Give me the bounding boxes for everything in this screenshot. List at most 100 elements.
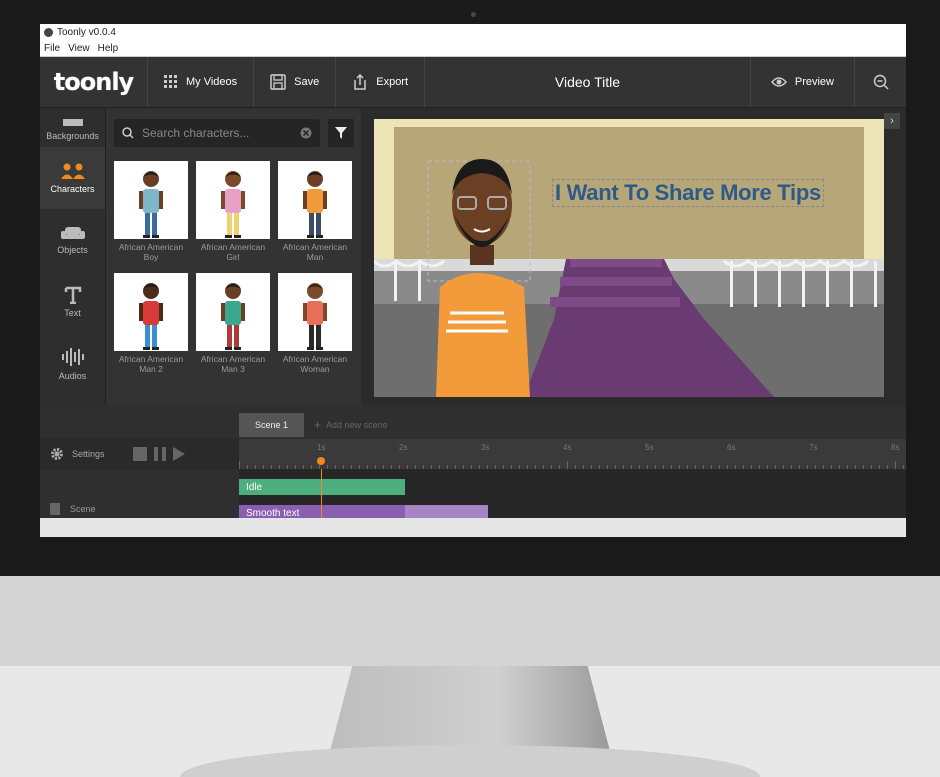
text-icon bbox=[64, 286, 81, 304]
sidebar-item-label: Text bbox=[64, 308, 81, 318]
sidebar-item-label: Backgrounds bbox=[46, 131, 99, 141]
sidebar-item-text[interactable]: Text bbox=[40, 271, 105, 333]
preview-label: Preview bbox=[794, 76, 834, 88]
app-icon bbox=[44, 28, 53, 37]
idle-track[interactable]: Idle bbox=[239, 479, 405, 495]
toonly-logo[interactable]: toonly bbox=[40, 57, 148, 107]
stop-icon[interactable] bbox=[132, 447, 147, 461]
plus-icon: + bbox=[314, 418, 322, 432]
screen-bottom-strip bbox=[40, 518, 906, 537]
characters-panel: Search characters... African American Bo… bbox=[106, 109, 361, 405]
eye-icon bbox=[770, 77, 787, 87]
video-title[interactable]: Video Title bbox=[425, 74, 750, 90]
character-label: African American Man bbox=[282, 242, 348, 262]
character-thumbnail bbox=[196, 161, 270, 239]
ruler-tick-label: 4s bbox=[563, 443, 572, 452]
play-icon[interactable] bbox=[172, 447, 185, 461]
ruler-ticks bbox=[239, 461, 904, 469]
chevron-right-icon[interactable]: › bbox=[884, 113, 900, 129]
settings-label[interactable]: Settings bbox=[72, 449, 105, 459]
character-figure bbox=[303, 283, 327, 350]
save-label: Save bbox=[294, 76, 320, 88]
search-box[interactable]: Search characters... bbox=[114, 119, 320, 147]
character-card[interactable]: African American Woman bbox=[278, 273, 352, 375]
ruler-tick-label: 5s bbox=[645, 443, 654, 452]
export-icon bbox=[354, 74, 366, 90]
characters-icon bbox=[60, 163, 85, 179]
grid-icon bbox=[164, 75, 177, 88]
character-card[interactable]: African American Boy bbox=[114, 161, 188, 263]
ruler-tick-label: 8s bbox=[891, 443, 900, 452]
sidebar-item-label: Audios bbox=[58, 371, 87, 381]
preview-button[interactable]: Preview bbox=[749, 57, 854, 107]
character-figure bbox=[303, 171, 327, 238]
gear-icon[interactable] bbox=[50, 447, 64, 461]
timeline-settings-row: Settings bbox=[40, 439, 239, 469]
asset-sidebar: Backgrounds Characters Objects Text Audi… bbox=[40, 109, 106, 405]
character-thumbnail bbox=[278, 273, 352, 351]
character-figure bbox=[139, 283, 163, 350]
scene-tabs: Scene 1 + Add new scene bbox=[239, 413, 388, 437]
filter-button[interactable] bbox=[328, 119, 354, 147]
pause-icon[interactable] bbox=[153, 447, 167, 461]
search-input[interactable]: Search characters... bbox=[142, 126, 292, 140]
character-card[interactable]: African American Man bbox=[278, 161, 352, 263]
sidebar-item-characters[interactable]: Characters bbox=[40, 147, 105, 209]
menu-view[interactable]: View bbox=[64, 43, 94, 54]
audio-wave-icon bbox=[61, 348, 84, 366]
menu-bar: File View Help bbox=[40, 41, 906, 57]
save-icon bbox=[270, 74, 286, 90]
export-button[interactable]: Export bbox=[336, 57, 426, 107]
text-track-label: Smooth text bbox=[246, 507, 300, 519]
sidebar-item-label: Objects bbox=[57, 245, 88, 255]
menu-file[interactable]: File bbox=[40, 43, 64, 54]
window-title: Toonly v0.0.4 bbox=[57, 27, 116, 38]
character-thumbnail bbox=[278, 161, 352, 239]
add-scene-label: Add new scene bbox=[326, 420, 388, 430]
sidebar-item-objects[interactable]: Objects bbox=[40, 209, 105, 271]
add-scene-button[interactable]: + Add new scene bbox=[304, 418, 388, 432]
scene-background bbox=[374, 119, 884, 397]
monitor-chin bbox=[0, 576, 940, 666]
character-label: African American Girl bbox=[200, 242, 266, 262]
scene-label-text: Scene bbox=[70, 504, 96, 514]
character-figure bbox=[139, 171, 163, 238]
sidebar-item-label: Characters bbox=[50, 184, 95, 194]
monitor-stand bbox=[330, 666, 610, 751]
monitor-base bbox=[180, 745, 760, 777]
menu-help[interactable]: Help bbox=[94, 43, 123, 54]
playback-controls bbox=[132, 447, 185, 461]
tab-scene-1[interactable]: Scene 1 bbox=[239, 413, 305, 437]
ruler-tick-label: 1s bbox=[317, 443, 326, 452]
ruler-tick-label: 3s bbox=[481, 443, 490, 452]
clear-icon[interactable] bbox=[300, 127, 312, 139]
sidebar-item-backgrounds[interactable]: Backgrounds bbox=[40, 109, 105, 147]
timeline-ruler[interactable]: 1s 2s 3s 4s 5s 6s 7s 8s bbox=[239, 439, 906, 469]
character-card[interactable]: African American Man 2 bbox=[114, 273, 188, 375]
zoom-out-button[interactable] bbox=[854, 57, 906, 107]
sidebar-item-audios[interactable]: Audios bbox=[40, 333, 105, 395]
character-label: African American Woman bbox=[282, 354, 348, 374]
zoom-out-icon bbox=[873, 74, 889, 90]
scene-stage[interactable]: I Want To Share More Tips bbox=[374, 119, 884, 397]
canvas-area: I Want To Share More Tips › bbox=[361, 109, 906, 405]
sofa-icon bbox=[60, 227, 85, 239]
character-grid: African American Boy African American Gi… bbox=[114, 161, 358, 375]
character-thumbnail bbox=[196, 273, 270, 351]
character-label: African American Man 2 bbox=[118, 354, 184, 374]
character-label: African American Boy bbox=[118, 242, 184, 262]
playhead-handle[interactable] bbox=[317, 457, 325, 465]
character-figure bbox=[221, 283, 245, 350]
search-icon bbox=[122, 127, 134, 139]
my-videos-label: My Videos bbox=[186, 76, 238, 88]
save-button[interactable]: Save bbox=[254, 57, 337, 107]
window-titlebar: Toonly v0.0.4 bbox=[40, 24, 906, 41]
stage-headline-text[interactable]: I Want To Share More Tips bbox=[552, 179, 824, 207]
character-card[interactable]: African American Man 3 bbox=[196, 273, 270, 375]
app-window: Toonly v0.0.4 File View Help toonly My V… bbox=[40, 24, 906, 537]
character-card[interactable]: African American Girl bbox=[196, 161, 270, 263]
ruler-tick-label: 6s bbox=[727, 443, 736, 452]
my-videos-button[interactable]: My Videos bbox=[148, 57, 255, 107]
character-label: African American Man 3 bbox=[200, 354, 266, 374]
character-thumbnail bbox=[114, 161, 188, 239]
